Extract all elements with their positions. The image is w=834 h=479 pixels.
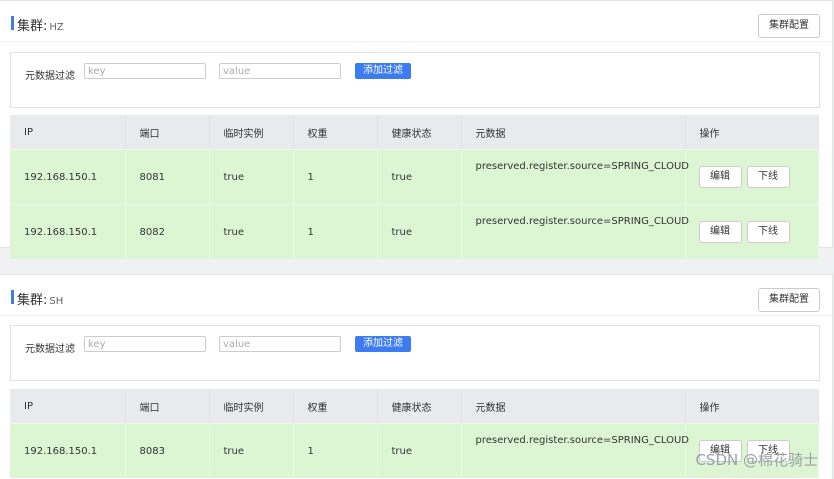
cell-weight: 1 xyxy=(293,423,378,478)
add-filter-button[interactable]: 添加过滤 xyxy=(355,336,411,352)
cell-ephemeral: true xyxy=(209,204,294,259)
cell-weight: 1 xyxy=(293,204,378,259)
cell-ephemeral: true xyxy=(209,149,294,205)
cluster-header: 集群: SH 集群配置 xyxy=(0,275,832,316)
column-header-actions: 操作 xyxy=(685,389,819,424)
cluster-header: 集群: HZ 集群配置 xyxy=(0,1,832,42)
metadata-filter-panel: 元数据过滤 添加过滤 xyxy=(10,52,820,108)
cluster-config-button[interactable]: 集群配置 xyxy=(758,14,820,38)
cell-actions: 编辑 下线 xyxy=(685,149,819,205)
filter-value-input[interactable] xyxy=(219,63,341,79)
column-header-weight: 权重 xyxy=(293,115,378,150)
edit-button[interactable]: 编辑 xyxy=(698,221,742,243)
cell-health: true xyxy=(377,149,462,205)
filter-key-input[interactable] xyxy=(84,63,206,79)
table-header-row: IP 端口 临时实例 权重 健康状态 元数据 操作 xyxy=(10,115,819,150)
column-header-actions: 操作 xyxy=(685,115,819,150)
filter-key-input[interactable] xyxy=(84,336,206,352)
column-header-ip: IP xyxy=(10,115,126,150)
offline-button[interactable]: 下线 xyxy=(746,166,790,188)
offline-button[interactable]: 下线 xyxy=(746,221,790,243)
cell-metadata: preserved.register.source=SPRING_CLOUD xyxy=(461,204,689,259)
cluster-title-prefix: 集群: xyxy=(17,19,48,34)
column-header-metadata: 元数据 xyxy=(461,389,686,424)
metadata-filter-label: 元数据过滤 xyxy=(25,71,75,82)
cell-actions: 编辑 下线 xyxy=(685,204,819,259)
cell-health: true xyxy=(377,204,462,259)
column-header-ip: IP xyxy=(10,389,126,424)
cluster-name: HZ xyxy=(49,22,64,33)
column-header-port: 端口 xyxy=(125,115,210,150)
column-header-weight: 权重 xyxy=(293,389,378,424)
cell-ip: 192.168.150.1 xyxy=(10,149,126,205)
cell-port: 8081 xyxy=(125,149,210,205)
column-header-health: 健康状态 xyxy=(377,389,462,424)
table-header-row: IP 端口 临时实例 权重 健康状态 元数据 操作 xyxy=(10,389,819,424)
filter-value-input[interactable] xyxy=(219,336,341,352)
column-header-health: 健康状态 xyxy=(377,115,462,150)
table-row: 192.168.150.1 8082 true 1 true preserved… xyxy=(10,204,819,259)
cluster-card-hz: 集群:HZ 集群配置 元数据过滤 添加过滤 IP 端口 临时实例 权重 健康状态… xyxy=(0,0,833,259)
cell-port: 8082 xyxy=(125,204,210,259)
cluster-name: SH xyxy=(49,296,64,307)
instance-table: IP 端口 临时实例 权重 健康状态 元数据 操作 192.168.150.1 … xyxy=(10,115,819,259)
cell-ip: 192.168.150.1 xyxy=(10,204,126,259)
cluster-title: 集群: HZ xyxy=(17,15,64,34)
cluster-title: 集群: SH xyxy=(17,289,63,308)
metadata-filter-label: 元数据过滤 xyxy=(25,344,75,355)
column-header-port: 端口 xyxy=(125,389,210,424)
csdn-watermark: CSDN @棉花骑士 xyxy=(695,451,818,469)
column-header-metadata: 元数据 xyxy=(461,115,686,150)
cell-port: 8083 xyxy=(125,423,210,478)
cell-health: true xyxy=(377,423,462,478)
title-accent-bar xyxy=(11,16,14,30)
add-filter-button[interactable]: 添加过滤 xyxy=(355,63,411,79)
metadata-filter-panel: 元数据过滤 添加过滤 xyxy=(10,325,820,381)
table-row: 192.168.150.1 8081 true 1 true preserved… xyxy=(10,149,819,205)
edit-button[interactable]: 编辑 xyxy=(698,166,742,188)
cell-weight: 1 xyxy=(293,149,378,205)
cell-metadata: preserved.register.source=SPRING_CLOUD xyxy=(461,423,689,478)
cell-ephemeral: true xyxy=(209,423,294,478)
cluster-config-button[interactable]: 集群配置 xyxy=(758,288,820,312)
cell-metadata: preserved.register.source=SPRING_CLOUD xyxy=(461,149,689,205)
title-accent-bar xyxy=(11,290,14,304)
cluster-title-prefix: 集群: xyxy=(17,293,48,308)
cell-ip: 192.168.150.1 xyxy=(10,423,126,478)
column-header-ephemeral: 临时实例 xyxy=(209,389,294,424)
column-header-ephemeral: 临时实例 xyxy=(209,115,294,150)
